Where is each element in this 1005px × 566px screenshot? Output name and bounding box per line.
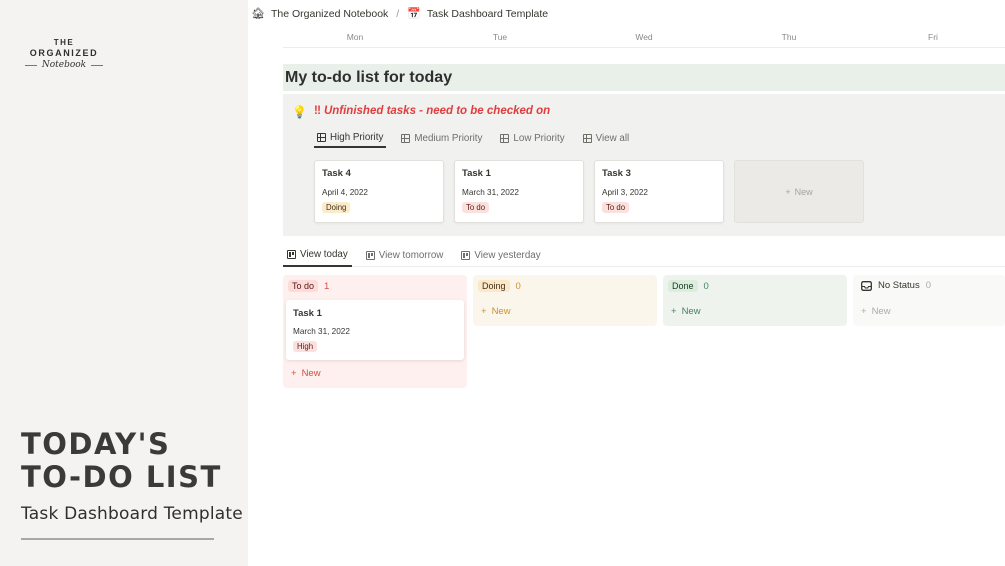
tab-medium-priority[interactable]: Medium Priority [398,128,485,148]
breadcrumb: 🏚 The Organized Notebook / 📅 Task Dashbo… [251,7,548,21]
logo-dash [24,64,37,66]
tab-label: View yesterday [474,250,541,261]
new-label: New [491,306,511,317]
status-badge: Doing [322,202,351,213]
board-icon [461,251,471,260]
promo-subtitle: Task Dashboard Template [21,504,243,524]
tab-label: View today [300,249,348,260]
priority-badge: High [293,341,318,352]
promo-panel: THE ORGANIZED Notebook TODAY'S TO-DO LIS… [0,0,248,566]
page-title: My to-do list for today [285,69,453,86]
weekday-wed: Wed [635,32,653,42]
plus-icon: + [481,306,487,317]
add-task-button[interactable]: + New [481,306,511,317]
tab-label: View tomorrow [378,250,444,261]
priority-gallery: Task 4 April 4, 2022 Doing Task 1 March … [314,160,864,223]
tab-label: View all [595,132,630,144]
logo-script: Notebook [41,60,87,70]
lightbulb-icon: 💡 [292,105,307,119]
brand-logo: THE ORGANIZED Notebook [22,38,106,70]
task-date: April 3, 2022 [602,188,648,197]
task-title: Task 4 [322,168,351,179]
board-column-todo: To do 1 Task 1 March 31, 2022 High + New [283,275,467,388]
column-count: 0 [925,280,932,291]
table-icon [317,132,326,142]
callout-text: Unfinished tasks - need to be checked on [323,105,551,117]
inbox-icon [861,280,872,291]
column-count: 1 [324,280,330,292]
new-label: New [794,186,813,197]
board-column-no-status: No Status 0 + New [853,275,1005,326]
page-title-bar: My to-do list for today [283,64,1005,91]
task-date: April 4, 2022 [322,188,368,197]
logo-line-1: THE [53,38,75,47]
tab-label: High Priority [330,131,384,143]
task-card[interactable]: Task 1 March 31, 2022 To do [454,160,584,223]
logo-line-2: ORGANIZED [29,48,99,58]
promo-headline-2: TO-DO LIST [21,460,222,494]
breadcrumb-separator: / [396,7,400,20]
board-column-doing: Doing 0 + New [473,275,657,326]
status-badge: To do [462,202,490,213]
task-card[interactable]: Task 3 April 3, 2022 To do [594,160,724,223]
column-label: Doing [478,280,510,292]
promo-hero: TODAY'S TO-DO LIST Task Dashboard Templa… [21,428,243,540]
tab-view-today[interactable]: View today [283,244,352,267]
promo-headline-1: TODAY'S [21,427,171,461]
house-icon: 🏚 [251,8,265,20]
column-count: 0 [703,280,709,292]
table-icon [582,133,592,143]
calendar-icon: 📅 [407,8,421,20]
task-card[interactable]: Task 1 March 31, 2022 High [286,300,464,360]
unfinished-callout: 💡 ‼ Unfinished tasks - need to be checked… [283,94,1005,236]
column-count: 0 [515,280,521,292]
task-title: Task 1 [293,308,322,319]
add-task-button[interactable]: + New [671,306,701,317]
breadcrumb-item-template[interactable]: Task Dashboard Template [427,8,548,20]
plus-icon: + [861,306,867,317]
weekday-tue: Tue [492,32,508,42]
task-card[interactable]: Task 4 April 4, 2022 Doing [314,160,444,223]
double-exclamation-icon: ‼ [314,105,321,117]
tab-view-yesterday[interactable]: View yesterday [457,244,544,267]
column-label: To do [288,280,319,292]
status-badge: To do [602,202,630,213]
plus-icon: + [291,368,297,379]
board-view-tabs: View today View tomorrow View yesterday [283,244,1005,267]
plus-icon: + [671,306,677,317]
column-label: Done [668,280,698,292]
tab-low-priority[interactable]: Low Priority [497,128,567,148]
week-header: Mon Tue Wed Thu Fri [283,32,1005,48]
new-label: New [301,368,321,379]
weekday-thu: Thu [781,32,797,42]
new-card-button[interactable]: + New [734,160,864,223]
task-date: March 31, 2022 [462,188,519,197]
promo-divider [21,538,214,540]
task-date: March 31, 2022 [293,327,350,336]
priority-tabs: High Priority Medium Priority Low Priori… [314,128,632,148]
task-title: Task 3 [602,168,631,179]
callout-heading: ‼ Unfinished tasks - need to be checked o… [314,105,550,117]
logo-dash [91,64,104,66]
table-icon [401,133,411,143]
column-label: No Status [878,280,920,291]
breadcrumb-item-notebook[interactable]: The Organized Notebook [271,8,388,20]
weekday-mon: Mon [346,32,364,42]
tab-high-priority[interactable]: High Priority [314,128,387,148]
board-icon [287,250,296,259]
new-label: New [871,306,891,317]
add-task-button[interactable]: + New [291,368,321,379]
new-label: New [681,306,701,317]
add-task-button[interactable]: + New [861,306,891,317]
weekday-fri: Fri [928,32,938,42]
board-column-done: Done 0 + New [663,275,847,326]
tab-label: Low Priority [513,132,565,144]
tab-view-tomorrow[interactable]: View tomorrow [362,244,448,267]
tab-view-all[interactable]: View all [580,128,633,148]
task-title: Task 1 [462,168,491,179]
board-icon [365,251,375,260]
table-icon [500,133,510,143]
tab-label: Medium Priority [414,132,483,144]
plus-icon: + [785,186,791,197]
